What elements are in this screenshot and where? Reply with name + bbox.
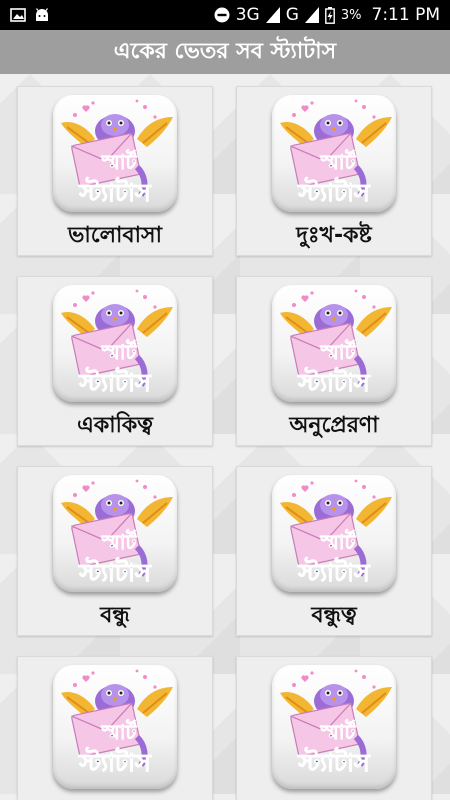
logo-text-smart: স্মার্ট — [320, 719, 357, 744]
app-bar: একের ভেতর সব স্ট্যাটাস — [0, 30, 450, 74]
do-not-disturb-icon — [214, 7, 230, 23]
category-card-friend[interactable]: স্মার্ট স্ট্যাটাস বন্ধু — [17, 466, 213, 636]
logo-text-status: স্ট্যাটাস — [297, 177, 371, 207]
logo-text-status: স্ট্যাটাস — [297, 557, 371, 587]
status-right: 3G G 3% 7:11 PM — [214, 5, 440, 25]
smart-status-logo-icon: স্মার্ট স্ট্যাটাস — [53, 95, 177, 212]
logo-text-smart: স্মার্ট — [101, 149, 138, 174]
logo-text-status: স্ট্যাটাস — [78, 367, 152, 397]
logo-text-smart: স্মার্ট — [320, 149, 357, 174]
smart-status-logo-icon: স্মার্ট স্ট্যাটাস — [53, 285, 177, 402]
category-label: দুঃখ-কষ্ট — [296, 223, 372, 248]
smart-status-logo-icon: স্মার্ট স্ট্যাটাস — [53, 665, 177, 789]
smart-status-logo-icon: স্মার্ট স্ট্যাটাস — [272, 285, 396, 402]
status-bar: 3G G 3% 7:11 PM — [0, 0, 450, 30]
logo-text-status: স্ট্যাটাস — [78, 177, 152, 207]
category-card-8[interactable]: স্মার্ট স্ট্যাটাস — [236, 656, 432, 800]
category-grid[interactable]: স্মার্ট স্ট্যাটাস ভালোবাসা স্মার্ট স্ট্য… — [0, 74, 450, 800]
network-3g-label: 3G — [235, 5, 260, 25]
category-label: একাকিত্ব — [77, 413, 153, 438]
logo-text-smart: স্মার্ট — [101, 339, 138, 364]
smart-status-logo-icon: স্মার্ট স্ট্যাটাস — [272, 665, 396, 789]
category-card-sadness[interactable]: স্মার্ট স্ট্যাটাস দুঃখ-কষ্ট — [236, 86, 432, 256]
category-card-inspiration[interactable]: স্মার্ট স্ট্যাটাস অনুপ্রেরণা — [236, 276, 432, 446]
battery-charging-icon — [324, 6, 335, 24]
logo-text-smart: স্মার্ট — [320, 529, 357, 554]
category-label: ভালোবাসা — [68, 223, 162, 248]
logo-text-status: স্ট্যাটাস — [78, 747, 152, 777]
signal-3g-icon — [265, 7, 280, 23]
logo-text-status: স্ট্যাটাস — [297, 367, 371, 397]
category-card-loneliness[interactable]: স্মার্ট স্ট্যাটাস একাকিত্ব — [17, 276, 213, 446]
logo-text-smart: স্মার্ট — [101, 529, 138, 554]
smart-status-logo-icon: স্মার্ট স্ট্যাটাস — [272, 475, 396, 592]
battery-percent: 3% — [340, 7, 362, 23]
logo-text-status: স্ট্যাটাস — [297, 747, 371, 777]
category-label: অনুপ্রেরণা — [289, 413, 379, 438]
category-card-7[interactable]: স্মার্ট স্ট্যাটাস — [17, 656, 213, 800]
category-label: বন্ধুত্ব — [311, 603, 357, 628]
signal-g-icon — [304, 7, 319, 23]
category-card-love[interactable]: স্মার্ট স্ট্যাটাস ভালোবাসা — [17, 86, 213, 256]
smart-status-logo-icon: স্মার্ট স্ট্যাটাস — [272, 95, 396, 212]
smart-status-logo-icon: স্মার্ট স্ট্যাটাস — [53, 475, 177, 592]
app-title: একের ভেতর সব স্ট্যাটাস — [113, 38, 337, 64]
logo-text-status: স্ট্যাটাস — [78, 557, 152, 587]
clock: 7:11 PM — [371, 5, 441, 25]
category-card-friendship[interactable]: স্মার্ট স্ট্যাটাস বন্ধুত্ব — [236, 466, 432, 636]
logo-text-smart: স্মার্ট — [101, 719, 138, 744]
android-notification-icon — [36, 8, 48, 21]
category-label: বন্ধু — [100, 603, 130, 628]
gallery-notification-icon — [10, 8, 26, 22]
logo-text-smart: স্মার্ট — [320, 339, 357, 364]
network-g-label: G — [285, 5, 299, 25]
status-left — [10, 8, 50, 22]
